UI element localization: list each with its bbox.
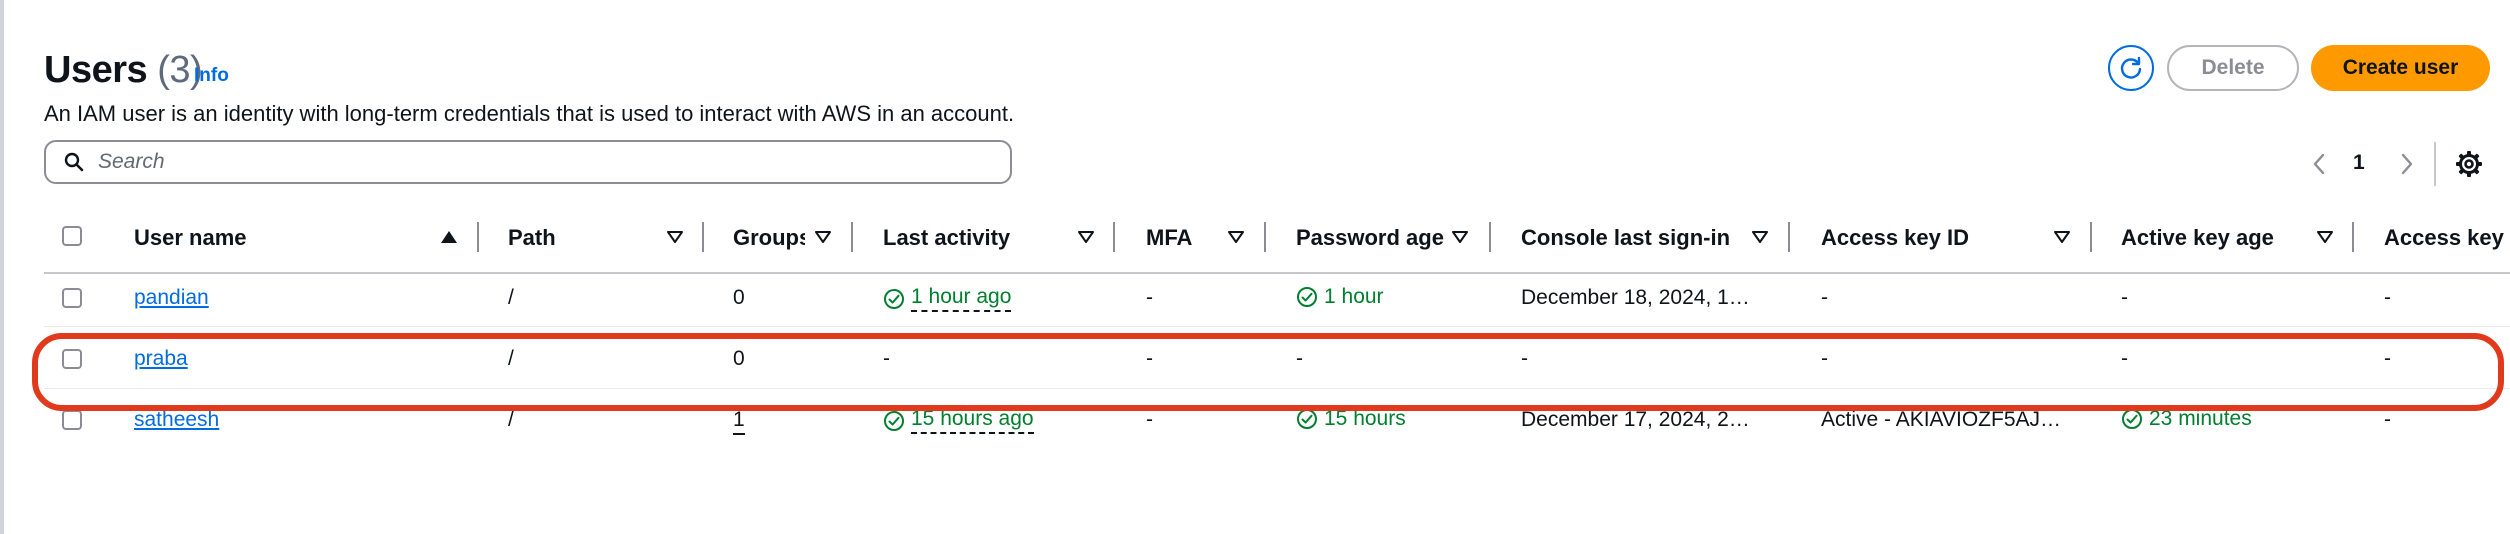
user-name-link[interactable]: praba: [134, 347, 188, 371]
row-divider: [44, 388, 2510, 389]
column-divider[interactable]: [477, 222, 479, 252]
groups-value[interactable]: 1: [733, 408, 745, 435]
active-key-age-value: -: [2121, 347, 2128, 370]
sort-icon[interactable]: [2316, 230, 2334, 244]
last-activity-status[interactable]: 1 hour ago: [883, 285, 1012, 312]
column-divider[interactable]: [1264, 222, 1266, 252]
table-header-rule: [44, 272, 2510, 274]
column-header-mfa[interactable]: MFA: [1146, 225, 1192, 251]
check-circle-icon: [884, 288, 904, 309]
sort-icon[interactable]: [1227, 230, 1245, 244]
sort-icon[interactable]: [2053, 230, 2071, 244]
column-header-path[interactable]: Path: [508, 225, 556, 251]
search-input[interactable]: [96, 149, 980, 175]
column-header-active-key-age[interactable]: Active key age: [2121, 225, 2274, 251]
access-key-id-value: -: [1821, 347, 1828, 370]
password-age-value: 1 hour: [1324, 285, 1384, 308]
column-header-access-key-id[interactable]: Access key ID: [1821, 225, 1969, 251]
access-key-id-value: -: [1821, 286, 1828, 309]
password-age-value: -: [1296, 347, 1303, 370]
column-header-password-age[interactable]: Password age: [1296, 225, 1444, 251]
active-key-age-value: 23 minutes: [2149, 407, 2252, 430]
column-header-console-last-sign-in[interactable]: Console last sign-in: [1521, 225, 1730, 251]
search-field[interactable]: [44, 140, 1012, 184]
console-last-sign-in-value: -: [1521, 347, 1528, 370]
check-circle-icon: [2122, 409, 2142, 429]
sort-ascending-icon[interactable]: [440, 230, 458, 244]
gear-icon[interactable]: [2455, 150, 2483, 178]
column-header-access-key[interactable]: Access key: [2384, 225, 2510, 251]
check-circle-icon: [884, 410, 904, 431]
user-name-link[interactable]: satheesh: [134, 408, 219, 432]
console-last-sign-in-value: December 17, 2024, 2…: [1521, 408, 1750, 431]
refresh-icon: [2120, 56, 2142, 79]
row-highlight-annotation: [32, 333, 2504, 411]
groups-value: 0: [733, 286, 745, 309]
active-key-age-value: -: [2121, 286, 2128, 309]
column-divider[interactable]: [702, 222, 704, 252]
pager-divider: [2434, 142, 2436, 186]
page-title: Users (3): [44, 46, 203, 94]
column-header-groups[interactable]: Groups: [733, 225, 805, 251]
access-key-value: -: [2384, 408, 2391, 431]
row-divider: [44, 326, 2510, 327]
check-circle-icon: [1297, 409, 1317, 429]
mfa-value: -: [1146, 347, 1153, 370]
column-divider[interactable]: [2090, 222, 2092, 252]
check-circle-icon: [1297, 287, 1317, 307]
column-divider[interactable]: [1788, 222, 1790, 252]
next-page-icon[interactable]: [2399, 152, 2415, 176]
last-activity-value[interactable]: 15 hours ago: [911, 407, 1034, 434]
sort-icon[interactable]: [1751, 230, 1769, 244]
refresh-button[interactable]: [2108, 45, 2154, 91]
column-header-last-activity[interactable]: Last activity: [883, 225, 1010, 251]
path-value: /: [508, 347, 514, 370]
select-all-checkbox[interactable]: [62, 226, 82, 246]
column-divider[interactable]: [1489, 222, 1491, 252]
sort-icon[interactable]: [814, 230, 832, 244]
mfa-value: -: [1146, 408, 1153, 431]
sort-icon[interactable]: [1077, 230, 1095, 244]
access-key-id-value: Active - AKIAVIOZF5AJ…: [1821, 408, 2062, 431]
password-age-status: 15 hours: [1296, 407, 1406, 431]
access-key-value: -: [2384, 347, 2391, 370]
path-value: /: [508, 408, 514, 431]
password-age-value: 15 hours: [1324, 407, 1406, 430]
last-activity-value[interactable]: 1 hour ago: [911, 285, 1012, 312]
row-checkbox[interactable]: [62, 349, 82, 369]
column-divider[interactable]: [851, 222, 853, 252]
last-activity-value: -: [883, 347, 890, 370]
column-header-user-name[interactable]: User name: [134, 225, 247, 251]
delete-button[interactable]: Delete: [2167, 45, 2299, 91]
password-age-status: 1 hour: [1296, 285, 1384, 309]
user-name-link[interactable]: pandian: [134, 286, 209, 310]
previous-page-icon[interactable]: [2311, 152, 2327, 176]
create-user-button[interactable]: Create user: [2311, 45, 2490, 91]
column-divider[interactable]: [1113, 222, 1115, 252]
active-key-age-status: 23 minutes: [2121, 407, 2252, 431]
sort-icon[interactable]: [666, 230, 684, 244]
current-page-number[interactable]: 1: [2353, 151, 2365, 175]
groups-value: 0: [733, 347, 745, 370]
page-left-border: [0, 0, 4, 534]
info-link[interactable]: Info: [194, 65, 229, 87]
access-key-value: -: [2384, 286, 2391, 309]
page-title-text: Users: [44, 49, 148, 91]
path-value: /: [508, 286, 514, 309]
column-divider[interactable]: [2352, 222, 2354, 252]
console-last-sign-in-value: December 18, 2024, 1…: [1521, 286, 1750, 309]
search-icon: [64, 152, 84, 172]
row-checkbox[interactable]: [62, 288, 82, 308]
last-activity-status[interactable]: 15 hours ago: [883, 407, 1034, 434]
sort-icon[interactable]: [1451, 230, 1469, 244]
mfa-value: -: [1146, 286, 1153, 309]
row-checkbox[interactable]: [62, 410, 82, 430]
page-description: An IAM user is an identity with long-ter…: [44, 101, 1015, 126]
